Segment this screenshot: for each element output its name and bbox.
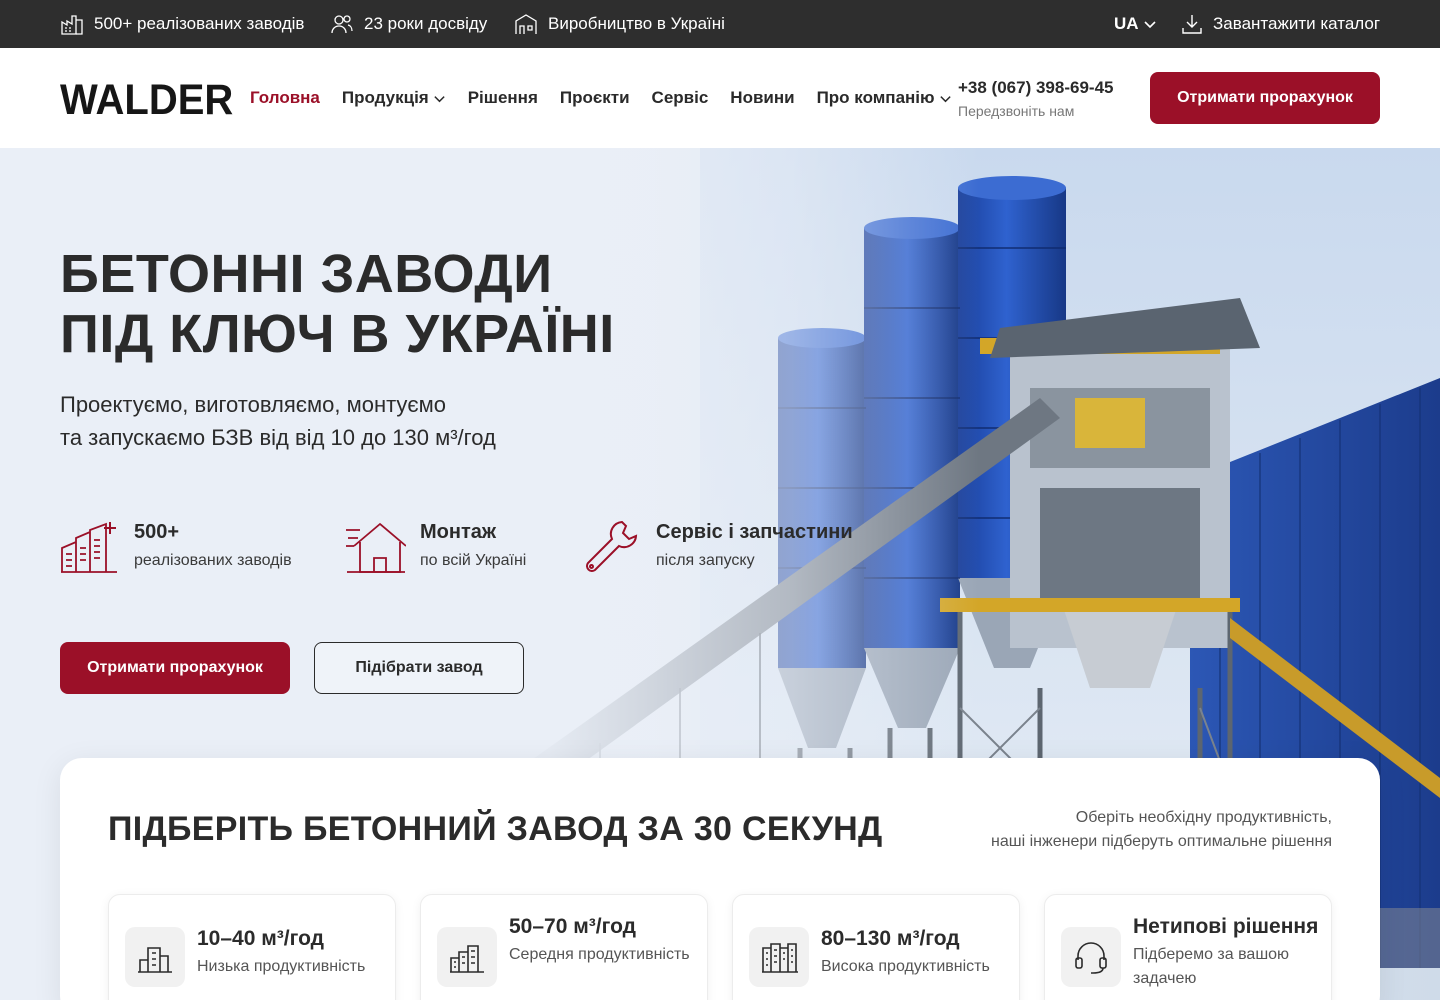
- feature-subtitle: після запуску: [656, 552, 755, 569]
- option-text: 50–70 м³/год Середня продуктивність: [509, 915, 699, 967]
- feature-title: Монтаж: [420, 521, 497, 543]
- download-icon: [1182, 15, 1202, 34]
- choose-plant-button[interactable]: Підібрати завод: [314, 642, 524, 694]
- medium-building-icon: [450, 945, 484, 973]
- option-title: 10–40 м³/год: [197, 927, 324, 950]
- callback-link[interactable]: Передзвоніть нам: [958, 103, 1074, 119]
- site-header: WALDER Головна Продукція Рішення Проєкти…: [0, 48, 1440, 148]
- get-quote-button[interactable]: Отримати прорахунок: [1150, 72, 1380, 124]
- option-text: 10–40 м³/год Низька продуктивність: [197, 927, 387, 979]
- option-text: Нетипові рішення Підберемо за вашою зада…: [1133, 915, 1323, 991]
- option-icon-box: [125, 927, 185, 987]
- feature-title: Сервіс і запчастини: [656, 521, 853, 543]
- option-text: 80–130 м³/год Висока продуктивність: [821, 927, 1011, 979]
- hero-title-line: ПІД КЛЮЧ В УКРАЇНІ: [60, 304, 615, 364]
- catalog-label: Завантажити каталог: [1213, 14, 1381, 33]
- factory-icon: [61, 15, 83, 35]
- topbar-label: 500+ реалізованих заводів: [94, 14, 305, 33]
- chevron-down-icon: [1143, 21, 1156, 29]
- hero-subtitle-line: Проектуємо, виготовляємо, монтуємо: [60, 392, 447, 417]
- nav-label: Сервіс: [651, 88, 709, 107]
- topbar-label: Виробництво в Україні: [548, 14, 725, 33]
- download-catalog-link[interactable]: Завантажити каталог: [1180, 0, 1380, 48]
- feature-installation: Монтаж по всій Україні: [346, 518, 526, 574]
- option-low-capacity[interactable]: 10–40 м³/год Низька продуктивність: [108, 894, 396, 1000]
- nav-item-home[interactable]: Головна: [250, 88, 320, 108]
- phone-number[interactable]: +38 (067) 398-69-45: [958, 78, 1113, 98]
- buildings-icon: [61, 522, 117, 573]
- option-subtitle: Середня продуктивність: [509, 946, 690, 963]
- wrench-icon: [586, 520, 638, 572]
- nav-item-news[interactable]: Новини: [730, 88, 794, 108]
- option-title: 80–130 м³/год: [821, 927, 960, 950]
- option-subtitle: Підберемо за вашою задачею: [1133, 946, 1290, 987]
- feature-service: Сервіс і запчастини після запуску: [582, 518, 853, 574]
- nav-label: Рішення: [467, 88, 538, 107]
- feature-subtitle: реалізованих заводів: [134, 552, 292, 569]
- hero-title: БЕТОННІ ЗАВОДИ ПІД КЛЮЧ В УКРАЇНІ: [60, 244, 615, 364]
- topbar-item-experience: 23 роки досвіду: [330, 0, 487, 48]
- feature-title: 500+: [134, 521, 180, 543]
- nav-item-products[interactable]: Продукція: [342, 88, 446, 108]
- option-subtitle: Висока продуктивність: [821, 958, 990, 975]
- hero-title-line: БЕТОННІ ЗАВОДИ: [60, 244, 553, 304]
- small-building-icon: [138, 947, 172, 973]
- plant-selector-card: ПІДБЕРІТЬ БЕТОННИЙ ЗАВОД ЗА 30 СЕКУНД Об…: [60, 758, 1380, 1000]
- option-icon-box: [437, 927, 497, 987]
- option-icon-box: [749, 927, 809, 987]
- house-delivery-icon: [346, 522, 406, 573]
- production-icon: [515, 14, 537, 34]
- chevron-down-icon: [434, 95, 445, 102]
- option-subtitle: Низька продуктивність: [197, 958, 366, 975]
- nav-item-service[interactable]: Сервіс: [652, 88, 709, 108]
- option-icon-box: [1061, 927, 1121, 987]
- top-bar: 500+ реалізованих заводів 23 роки досвід…: [0, 0, 1440, 48]
- option-custom-solutions[interactable]: Нетипові рішення Підберемо за вашою зада…: [1044, 894, 1332, 1000]
- people-icon: [331, 15, 353, 34]
- nav-label: Про компанію: [816, 88, 935, 107]
- feature-text: Монтаж по всій Україні: [420, 518, 526, 570]
- large-building-icon: [762, 943, 798, 973]
- hero-get-quote-button[interactable]: Отримати прорахунок: [60, 642, 290, 694]
- nav-item-about[interactable]: Про компанію: [817, 88, 952, 108]
- option-medium-capacity[interactable]: 50–70 м³/год Середня продуктивність: [420, 894, 708, 1000]
- feature-text: 500+ реалізованих заводів: [134, 518, 292, 570]
- headset-icon: [1075, 942, 1107, 974]
- option-title: 50–70 м³/год: [509, 915, 636, 938]
- language-label: UA: [1114, 14, 1139, 33]
- feature-subtitle: по всій Україні: [420, 552, 527, 569]
- logo[interactable]: WALDER: [60, 76, 233, 125]
- selector-description: Оберіть необхідну продуктивність, наші і…: [991, 806, 1332, 854]
- chevron-down-icon: [939, 95, 951, 102]
- nav-label: Проєкти: [559, 88, 630, 107]
- nav-label: Продукція: [341, 88, 429, 107]
- option-high-capacity[interactable]: 80–130 м³/год Висока продуктивність: [732, 894, 1020, 1000]
- nav-item-solutions[interactable]: Рішення: [468, 88, 538, 108]
- selector-desc-line: наші інженери підберуть оптимальне рішен…: [991, 833, 1332, 850]
- selector-title: ПІДБЕРІТЬ БЕТОННИЙ ЗАВОД ЗА 30 СЕКУНД: [108, 810, 883, 848]
- main-nav: Головна Продукція Рішення Проєкти Сервіс…: [250, 48, 952, 148]
- hero-subtitle-line: та запускаємо БЗВ від від 10 до 130 м³/г…: [60, 425, 496, 450]
- hero-subtitle: Проектуємо, виготовляємо, монтуємо та за…: [60, 388, 496, 454]
- topbar-item-plants: 500+ реалізованих заводів: [60, 0, 304, 48]
- selector-desc-line: Оберіть необхідну продуктивність,: [1075, 809, 1332, 826]
- nav-label: Головна: [250, 88, 320, 107]
- nav-item-projects[interactable]: Проєкти: [560, 88, 630, 108]
- feature-text: Сервіс і запчастини після запуску: [656, 518, 853, 570]
- nav-label: Новини: [730, 88, 795, 107]
- topbar-item-production: Виробництво в Україні: [514, 0, 725, 48]
- option-title: Нетипові рішення: [1133, 915, 1319, 938]
- feature-plants: 500+ реалізованих заводів: [60, 518, 292, 574]
- language-selector[interactable]: UA: [1114, 0, 1157, 48]
- topbar-label: 23 роки досвіду: [364, 14, 488, 33]
